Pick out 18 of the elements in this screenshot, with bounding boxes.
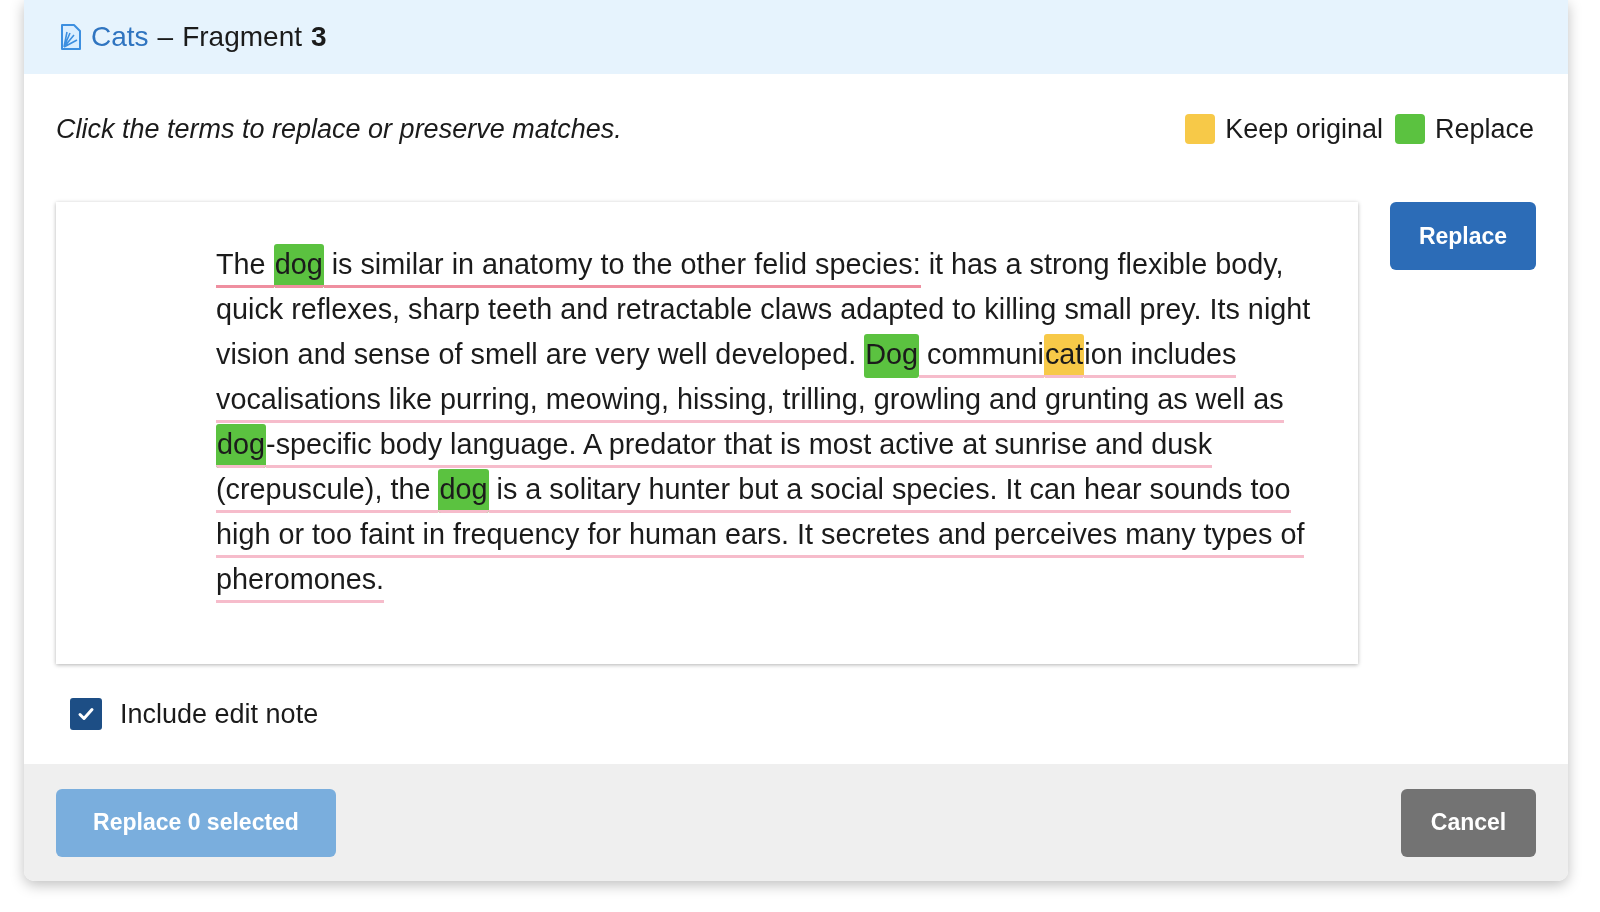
legend-label: Replace — [1434, 113, 1534, 145]
term-chip[interactable]: dog — [438, 469, 489, 513]
replace-button[interactable]: Replace — [1390, 202, 1536, 270]
legend-label: Keep original — [1225, 113, 1383, 145]
instruction-text: Click the terms to replace or preserve matches. — [56, 113, 622, 145]
term-chip[interactable]: cat — [1043, 334, 1085, 378]
fragment-number: 3 — [311, 21, 327, 53]
cancel-button[interactable]: Cancel — [1401, 788, 1536, 857]
term-chip[interactable]: dog — [273, 244, 324, 288]
article-link[interactable]: Cats — [91, 21, 149, 53]
document-icon — [60, 23, 82, 51]
checkbox[interactable] — [70, 698, 102, 730]
header-separator: – — [157, 21, 174, 53]
fragment-title: Fragment — [182, 21, 302, 53]
term-chip[interactable]: Dog — [864, 334, 920, 378]
term-chip[interactable]: dog — [216, 424, 267, 468]
passage-text: The dog is similar in anatomy to the other felid species: it has a strong flexible body, quick reflexes, sharp teeth and retractable claws adapted to killing small prey. Its night vision and sense of smell are very well developed. Dog communication includes vocalisations like purring, meowing, hissing, trilling, growling and grunting as well as dog-specific body language. A predator that is most active at sunrise and dusk (crepuscule), the dog is a solitary hunter but a social species. It can hear sounds too high or too faint in frequency for human ears. It secretes and perceives many types of pheromones. — [216, 242, 1324, 602]
checkbox-label: Include edit note — [120, 698, 319, 730]
